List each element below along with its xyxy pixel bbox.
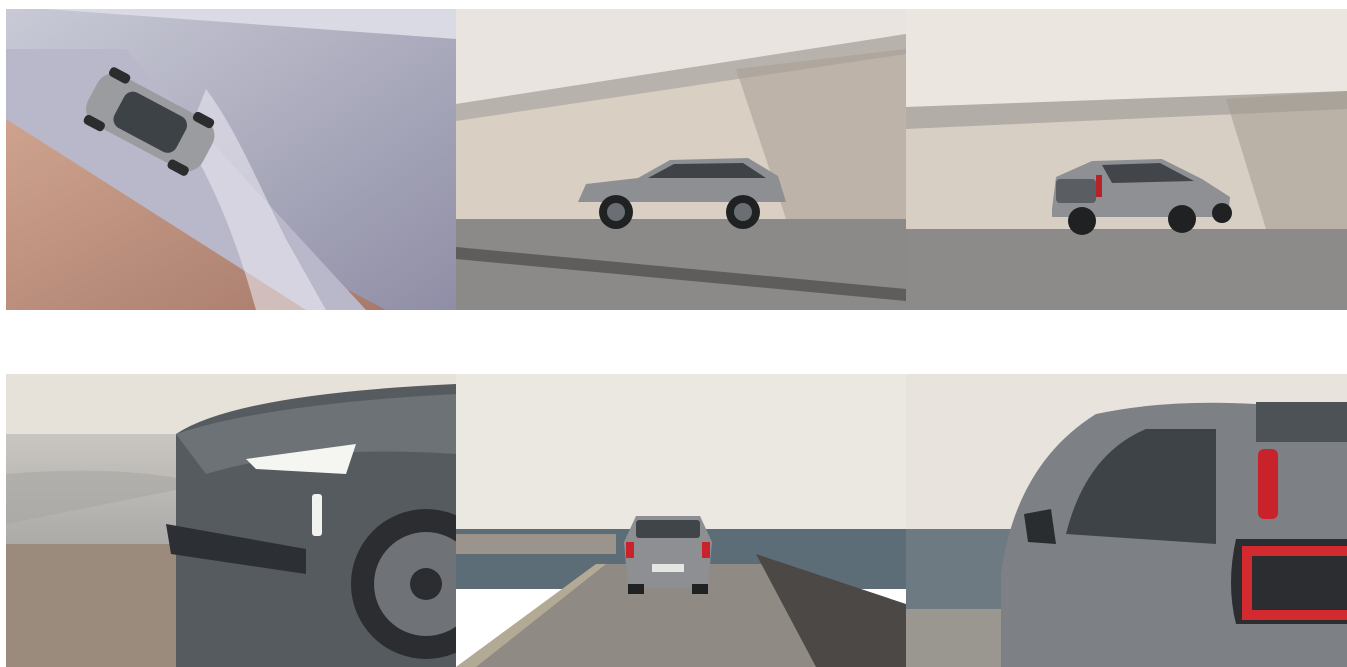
- car-aerial-image: [6, 9, 456, 310]
- gallery-image-car-rear-on-pier[interactable]: [456, 374, 906, 667]
- car-side-image: [456, 9, 906, 310]
- car-headlight-image: [6, 374, 456, 667]
- car-taillight-image: [906, 374, 1347, 667]
- gallery-image-car-rear-three-quarter[interactable]: [906, 9, 1347, 310]
- gallery-image-car-side-view[interactable]: [456, 9, 906, 310]
- gallery-image-car-taillight-closeup[interactable]: [906, 374, 1347, 667]
- gallery-image-car-front-headlight[interactable]: [6, 374, 456, 667]
- image-gallery: [0, 0, 1347, 667]
- car-pier-image: [456, 374, 906, 667]
- gallery-image-car-top-view[interactable]: [6, 9, 456, 310]
- car-rear-quarter-image: [906, 9, 1347, 310]
